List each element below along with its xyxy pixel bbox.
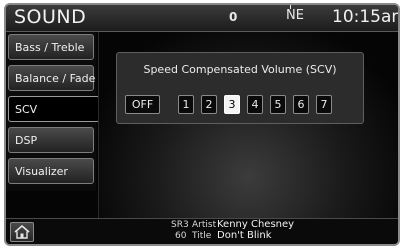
scv-option-4[interactable]: 4: [247, 95, 263, 114]
clock: 10:15am: [332, 7, 398, 27]
home-icon: [14, 225, 30, 239]
tab-label: DSP: [15, 134, 38, 147]
tab-label: Bass / Treble: [15, 41, 85, 54]
scv-option-5[interactable]: 5: [270, 95, 286, 114]
scv-option-6[interactable]: 6: [293, 95, 309, 114]
home-button[interactable]: [10, 222, 34, 242]
compass-heading: NE: [286, 5, 304, 23]
artist-value: Kenny Chesney: [217, 219, 295, 230]
compass-north-tick: [290, 5, 291, 9]
scv-option-2[interactable]: 2: [201, 95, 217, 114]
channel-label: 60: [175, 231, 187, 241]
scv-option-off[interactable]: OFF: [125, 95, 160, 114]
tab-label: Balance / Fade: [15, 72, 96, 85]
tab-dsp[interactable]: DSP: [8, 127, 94, 153]
scv-option-1[interactable]: 1: [178, 95, 194, 114]
scv-title: Speed Compensated Volume (SCV): [143, 63, 337, 76]
compass-label: NE: [286, 8, 304, 23]
artist-field-label: Artist: [192, 220, 217, 230]
sidebar: Bass / Treble Balance / Fade SCV DSP Vis…: [6, 32, 100, 191]
scv-option-3[interactable]: 3: [224, 95, 240, 114]
title-field-label: Title: [192, 231, 212, 241]
app-title: SOUND: [14, 6, 87, 28]
tab-bass-treble[interactable]: Bass / Treble: [8, 34, 94, 60]
tab-label: SCV: [15, 103, 38, 116]
scv-option-7[interactable]: 7: [316, 95, 332, 114]
status-bar: SOUND 0 NE 10:15am: [6, 5, 398, 32]
now-playing-bar: SR3 Artist Kenny Chesney 60 Title Don't …: [6, 218, 398, 244]
status-indicator: 0: [229, 10, 238, 24]
tab-visualizer[interactable]: Visualizer: [8, 158, 94, 184]
tab-label: Visualizer: [15, 165, 68, 178]
preset-label: SR3: [171, 220, 189, 230]
sync-screen: SOUND 0 NE 10:15am Bass / Treble Balance…: [0, 0, 404, 249]
display-panel: SOUND 0 NE 10:15am Bass / Treble Balance…: [4, 3, 400, 246]
tab-scv[interactable]: SCV: [8, 96, 100, 122]
scv-setting-panel: Speed Compensated Volume (SCV) OFF 1 2 3…: [116, 52, 364, 124]
tab-balance-fade[interactable]: Balance / Fade: [8, 65, 96, 91]
title-value: Don't Blink: [217, 230, 272, 241]
